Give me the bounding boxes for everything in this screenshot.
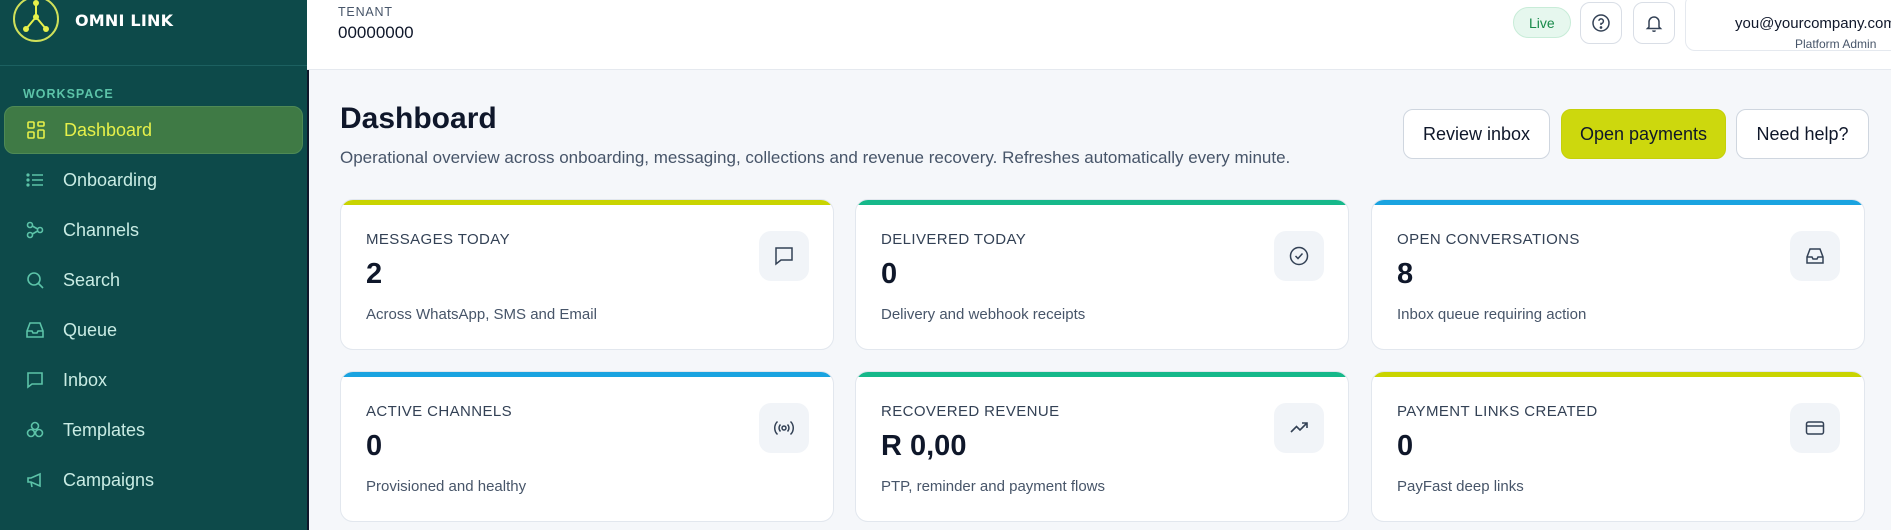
brand[interactable]: OMNI LINK xyxy=(0,0,307,66)
credit-card-icon xyxy=(1790,403,1840,453)
tenant-label: TENANT xyxy=(338,5,393,19)
card-label: RECOVERED REVENUE xyxy=(881,403,1060,420)
card-accent-bar xyxy=(341,200,833,205)
notifications-button[interactable] xyxy=(1633,2,1675,44)
stat-card-recovered-revenue: RECOVERED REVENUE R 0,00 PTP, reminder a… xyxy=(855,371,1349,522)
card-accent-bar xyxy=(1372,372,1864,377)
sidebar-nav: Dashboard Onboarding Channels Search Que… xyxy=(0,106,307,504)
page-subtitle: Operational overview across onboarding, … xyxy=(340,148,1291,167)
sidebar-item-templates[interactable]: Templates xyxy=(4,406,303,454)
user-email: you@yourcompany.com xyxy=(1735,15,1891,32)
chat-bubble-icon xyxy=(759,231,809,281)
sidebar-section-label: WORKSPACE xyxy=(23,87,114,101)
user-role: Platform Admin xyxy=(1795,37,1877,51)
status-badge: Live xyxy=(1513,7,1571,38)
card-value: R 0,00 xyxy=(881,430,967,462)
card-label: DELIVERED TODAY xyxy=(881,231,1027,248)
help-circle-icon xyxy=(1592,14,1610,32)
check-circle-icon xyxy=(1274,231,1324,281)
card-description: Inbox queue requiring action xyxy=(1397,306,1587,323)
search-icon xyxy=(25,270,45,290)
sidebar-item-channels[interactable]: Channels xyxy=(4,206,303,254)
network-logo-icon xyxy=(13,0,59,42)
stat-card-open-conversations: OPEN CONVERSATIONS 8 Inbox queue requiri… xyxy=(1371,199,1865,350)
sidebar-item-label: Search xyxy=(63,269,121,290)
review-inbox-button[interactable]: Review inbox xyxy=(1403,109,1550,159)
trending-up-icon xyxy=(1274,403,1324,453)
sidebar: OMNI LINK WORKSPACE Dashboard Onboarding… xyxy=(0,0,307,530)
sidebar-item-label: Onboarding xyxy=(63,169,158,190)
sidebar-item-label: Templates xyxy=(63,419,146,440)
card-description: PayFast deep links xyxy=(1397,478,1524,495)
card-label: OPEN CONVERSATIONS xyxy=(1397,231,1580,248)
page-title: Dashboard xyxy=(340,102,497,135)
sidebar-item-queue[interactable]: Queue xyxy=(4,306,303,354)
sidebar-item-onboarding[interactable]: Onboarding xyxy=(4,156,303,204)
card-value: 2 xyxy=(366,258,383,290)
card-value: 0 xyxy=(1397,430,1414,462)
card-accent-bar xyxy=(856,372,1348,377)
card-description: Provisioned and healthy xyxy=(366,478,527,495)
inbox-icon xyxy=(1790,231,1840,281)
card-accent-bar xyxy=(341,372,833,377)
inbox-tray-icon xyxy=(25,320,45,340)
card-description: PTP, reminder and payment flows xyxy=(881,478,1105,495)
grid-icon xyxy=(26,120,46,140)
card-label: ACTIVE CHANNELS xyxy=(366,403,513,420)
shapes-icon xyxy=(25,420,45,440)
list-icon xyxy=(25,170,45,190)
need-help-button[interactable]: Need help? xyxy=(1736,109,1869,159)
card-value: 8 xyxy=(1397,258,1414,290)
card-label: PAYMENT LINKS CREATED xyxy=(1397,403,1598,420)
help-button[interactable] xyxy=(1580,2,1622,44)
card-description: Delivery and webhook receipts xyxy=(881,306,1086,323)
user-menu[interactable]: you@yourcompany.com Platform Admin xyxy=(1685,0,1891,51)
card-label: MESSAGES TODAY xyxy=(366,231,510,248)
card-accent-bar xyxy=(856,200,1348,205)
card-accent-bar xyxy=(1372,200,1864,205)
sidebar-item-label: Inbox xyxy=(63,369,108,390)
broadcast-icon xyxy=(759,403,809,453)
megaphone-icon xyxy=(25,470,45,490)
stat-card-messages-today: MESSAGES TODAY 2 Across WhatsApp, SMS an… xyxy=(340,199,834,350)
card-value: 0 xyxy=(881,258,898,290)
message-square-icon xyxy=(25,370,45,390)
card-value: 0 xyxy=(366,430,383,462)
sidebar-item-label: Queue xyxy=(63,319,118,340)
stat-card-payment-links: PAYMENT LINKS CREATED 0 PayFast deep lin… xyxy=(1371,371,1865,522)
card-description: Across WhatsApp, SMS and Email xyxy=(366,306,597,323)
main-content: Dashboard Operational overview across on… xyxy=(307,70,1891,530)
share-nodes-icon xyxy=(25,220,45,240)
sidebar-item-label: Campaigns xyxy=(63,469,155,490)
topbar: TENANT 00000000 Live you@yourcompany.com… xyxy=(307,0,1891,70)
sidebar-item-label: Dashboard xyxy=(64,119,153,140)
open-payments-button[interactable]: Open payments xyxy=(1561,109,1726,159)
sidebar-item-search[interactable]: Search xyxy=(4,256,303,304)
bell-icon xyxy=(1645,16,1663,33)
tenant-value: 00000000 xyxy=(338,23,414,42)
sidebar-item-inbox[interactable]: Inbox xyxy=(4,356,303,404)
stat-card-delivered-today: DELIVERED TODAY 0 Delivery and webhook r… xyxy=(855,199,1349,350)
sidebar-item-campaigns[interactable]: Campaigns xyxy=(4,456,303,504)
sidebar-item-dashboard[interactable]: Dashboard xyxy=(4,106,303,154)
sidebar-item-label: Channels xyxy=(63,219,140,240)
stat-card-active-channels: ACTIVE CHANNELS 0 Provisioned and health… xyxy=(340,371,834,522)
brand-name: OMNI LINK xyxy=(75,10,174,30)
